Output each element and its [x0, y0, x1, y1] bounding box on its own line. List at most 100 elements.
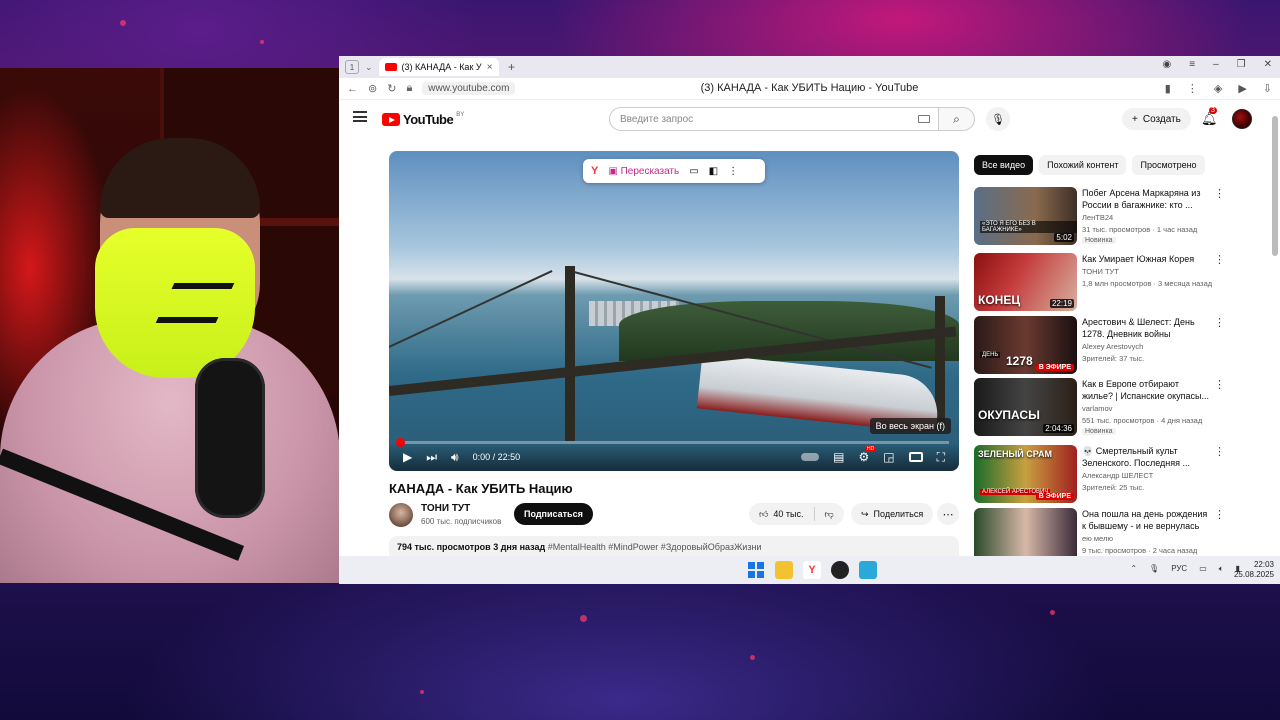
recommendation-title[interactable]: 💀 Смертельный культ Зеленского. Последня…	[1082, 445, 1210, 469]
recommendation-channel[interactable]: Александр ШЕЛЕСТ	[1082, 471, 1153, 480]
page-scrollbar[interactable]	[1272, 116, 1278, 256]
more-actions-button[interactable]: ⋯	[937, 503, 959, 525]
recommendation-menu-icon[interactable]: ⋮	[1214, 253, 1225, 266]
new-tab-icon[interactable]: +	[505, 60, 519, 74]
tab-count[interactable]: 1	[345, 60, 359, 74]
restore-icon[interactable]: ❐	[1237, 59, 1246, 70]
back-icon[interactable]: ←	[347, 83, 358, 95]
recommendation-item[interactable]: Она пошла на день рождения к бывшему - и…	[974, 508, 1234, 556]
recommendation-item[interactable]: ДЕНЬ 1278 В ЭФИРЕ Арестович & Шелест: Де…	[974, 316, 1234, 374]
account-avatar[interactable]	[1232, 109, 1252, 129]
video-player[interactable]: Y ▣ Пересказать ▭ ◧ ⋮ Во весь экран (f) …	[389, 151, 959, 471]
recommendation-channel[interactable]: varlamov	[1082, 404, 1112, 413]
clock-date: 25.08.2025	[1233, 570, 1274, 579]
windows-start-icon[interactable]	[747, 561, 765, 579]
recommendation-thumbnail[interactable]: ОКУПАСЫ 2:04:36	[974, 378, 1077, 436]
bookmark-icon[interactable]: ▮	[1165, 82, 1171, 95]
browser-tab[interactable]: (3) КАНАДА - Как УБИТ ×	[378, 58, 499, 76]
volume-tray-icon[interactable]: 🔈︎	[1219, 564, 1224, 574]
recommendation-title[interactable]: Побег Арсена Маркаряна из России в багаж…	[1082, 187, 1210, 211]
keyboard-icon[interactable]	[918, 115, 930, 123]
subtitles-icon[interactable]: ▭	[689, 166, 698, 177]
language-indicator[interactable]: РУС	[1171, 564, 1187, 574]
description-box[interactable]: 794 тыс. просмотров 3 дня назад #MentalH…	[389, 536, 959, 556]
channel-name[interactable]: ТОНИ ТУТ	[421, 503, 470, 514]
recommendation-channel[interactable]: ТОНИ ТУТ	[1082, 267, 1119, 276]
recommendation-item[interactable]: ЗЕЛЕНЫЙ СРАМ АЛЕКСЕЙ АРЕСТОВИЧ В ЭФИРЕ 💀…	[974, 445, 1234, 503]
recommendation-menu-icon[interactable]: ⋮	[1214, 187, 1225, 200]
miniplayer-icon[interactable]: ◲	[883, 450, 894, 464]
chevron-up-icon[interactable]: ⌃	[1130, 564, 1137, 574]
profile-icon[interactable]: ◉	[1163, 59, 1172, 70]
recommendation-title[interactable]: Она пошла на день рождения к бывшему - и…	[1082, 508, 1210, 532]
file-explorer-icon[interactable]	[775, 561, 793, 579]
recommendation-thumbnail[interactable]: КОНЕЦ 22:19	[974, 253, 1077, 311]
obs-icon[interactable]	[831, 561, 849, 579]
recommendation-thumbnail[interactable]	[974, 508, 1077, 556]
yandex-browser-icon[interactable]: Y	[803, 561, 821, 579]
volume-icon[interactable]: 🔊︎	[451, 450, 459, 465]
url-field[interactable]: www.youtube.com	[422, 82, 516, 95]
recommendation-channel[interactable]: ЛенТВ24	[1082, 213, 1113, 222]
microphone-tray-icon[interactable]: 🎙︎	[1149, 564, 1159, 574]
autoplay-toggle[interactable]	[801, 453, 820, 461]
recommendation-item[interactable]: КОНЕЦ 22:19 Как Умирает Южная Корея ТОНИ…	[974, 253, 1234, 311]
share-button[interactable]: ↪ Поделиться	[851, 503, 934, 525]
picture-in-picture-icon[interactable]: ◧	[709, 166, 718, 177]
notifications-bell-icon[interactable]: 🔔︎ 3	[1201, 107, 1218, 127]
retell-button[interactable]: ▣ Пересказать	[608, 166, 679, 177]
recommendation-menu-icon[interactable]: ⋮	[1214, 508, 1225, 521]
recommendation-menu-icon[interactable]: ⋮	[1214, 445, 1225, 458]
settings-gear-icon[interactable]: ⚙ HD	[858, 446, 876, 464]
recommendation-thumbnail[interactable]: ДЕНЬ 1278 В ЭФИРЕ	[974, 316, 1077, 374]
fullscreen-icon[interactable]: ⛶	[937, 450, 945, 465]
recommendation-item[interactable]: ОКУПАСЫ 2:04:36 Как в Европе отбирают жи…	[974, 378, 1234, 436]
menu-icon[interactable]: ≡	[1189, 59, 1195, 70]
yandex-icon[interactable]: Y	[591, 165, 598, 177]
minimize-icon[interactable]: –	[1213, 59, 1219, 70]
channel-avatar[interactable]	[389, 503, 413, 527]
downloads-icon[interactable]: ⇩	[1263, 82, 1272, 95]
recommendation-title[interactable]: Арестович & Шелест: День 1278. Дневник в…	[1082, 316, 1210, 340]
chip-all-videos[interactable]: Все видео	[974, 155, 1034, 175]
chip-watched[interactable]: Просмотрено	[1132, 155, 1205, 175]
notepad-icon[interactable]	[859, 561, 877, 579]
reload-icon[interactable]: ↻	[387, 82, 396, 95]
recommendation-thumbnail[interactable]: «ЭТО Я ЕГО БЕЗ В БАГАЖНИКЕ» 5:02	[974, 187, 1077, 245]
close-window-icon[interactable]: ✕	[1264, 59, 1272, 70]
close-tab-icon[interactable]: ×	[487, 62, 493, 73]
recommendation-menu-icon[interactable]: ⋮	[1214, 316, 1225, 329]
more-icon[interactable]: ⋮	[1187, 82, 1198, 95]
protect-icon[interactable]: ⊚	[368, 82, 377, 95]
recommendation-channel[interactable]: Alexey Arestovych	[1082, 342, 1143, 351]
recommendation-channel[interactable]: ею мелю	[1082, 534, 1113, 543]
extension-icon[interactable]: ◈	[1214, 82, 1222, 95]
search-input[interactable]: Введите запрос	[609, 107, 939, 131]
voice-search-button[interactable]: 🎙︎	[986, 107, 1010, 131]
next-icon[interactable]: ⏭︎	[426, 450, 437, 465]
like-button[interactable]: 👍︎ 40 тыс.	[749, 507, 815, 521]
hamburger-menu-icon[interactable]	[353, 111, 367, 122]
recommendation-item[interactable]: «ЭТО Я ЕГО БЕЗ В БАГАЖНИКЕ» 5:02 Побег А…	[974, 187, 1234, 245]
chip-related[interactable]: Похожий контент	[1039, 155, 1127, 175]
subscribe-button[interactable]: Подписаться	[514, 503, 593, 525]
youtube-country-code: BY	[456, 112, 465, 118]
dislike-button[interactable]: 👎︎	[815, 509, 844, 520]
youtube-logo[interactable]: YouTube BY	[382, 112, 464, 127]
player-icon[interactable]: ▶	[1238, 82, 1246, 95]
taskbar-clock[interactable]: 22:03 25.08.2025	[1234, 560, 1274, 580]
subtitles-button-icon[interactable]: ▤	[833, 450, 844, 464]
more-options-icon[interactable]: ⋮	[728, 166, 738, 177]
recommendation-menu-icon[interactable]: ⋮	[1214, 378, 1225, 391]
search-button[interactable]: ⌕	[939, 107, 975, 131]
recommendation-meta: 9 тыс. просмотров · 2 часа назад	[1082, 546, 1198, 555]
recommendation-title[interactable]: Как Умирает Южная Корея	[1082, 253, 1210, 265]
chevron-down-icon[interactable]: ⌄	[365, 62, 373, 73]
create-button[interactable]: + Создать	[1122, 108, 1191, 130]
network-icon[interactable]: ▭	[1199, 564, 1207, 574]
theater-mode-icon[interactable]	[908, 452, 923, 462]
recommendation-thumbnail[interactable]: ЗЕЛЕНЫЙ СРАМ АЛЕКСЕЙ АРЕСТОВИЧ В ЭФИРЕ	[974, 445, 1077, 503]
hashtags[interactable]: #MentalHealth #MindPower #ЗдоровыйОбразЖ…	[548, 542, 762, 552]
play-icon[interactable]: ▶	[403, 450, 412, 464]
recommendation-title[interactable]: Как в Европе отбирают жилье? | Испанские…	[1082, 378, 1210, 402]
